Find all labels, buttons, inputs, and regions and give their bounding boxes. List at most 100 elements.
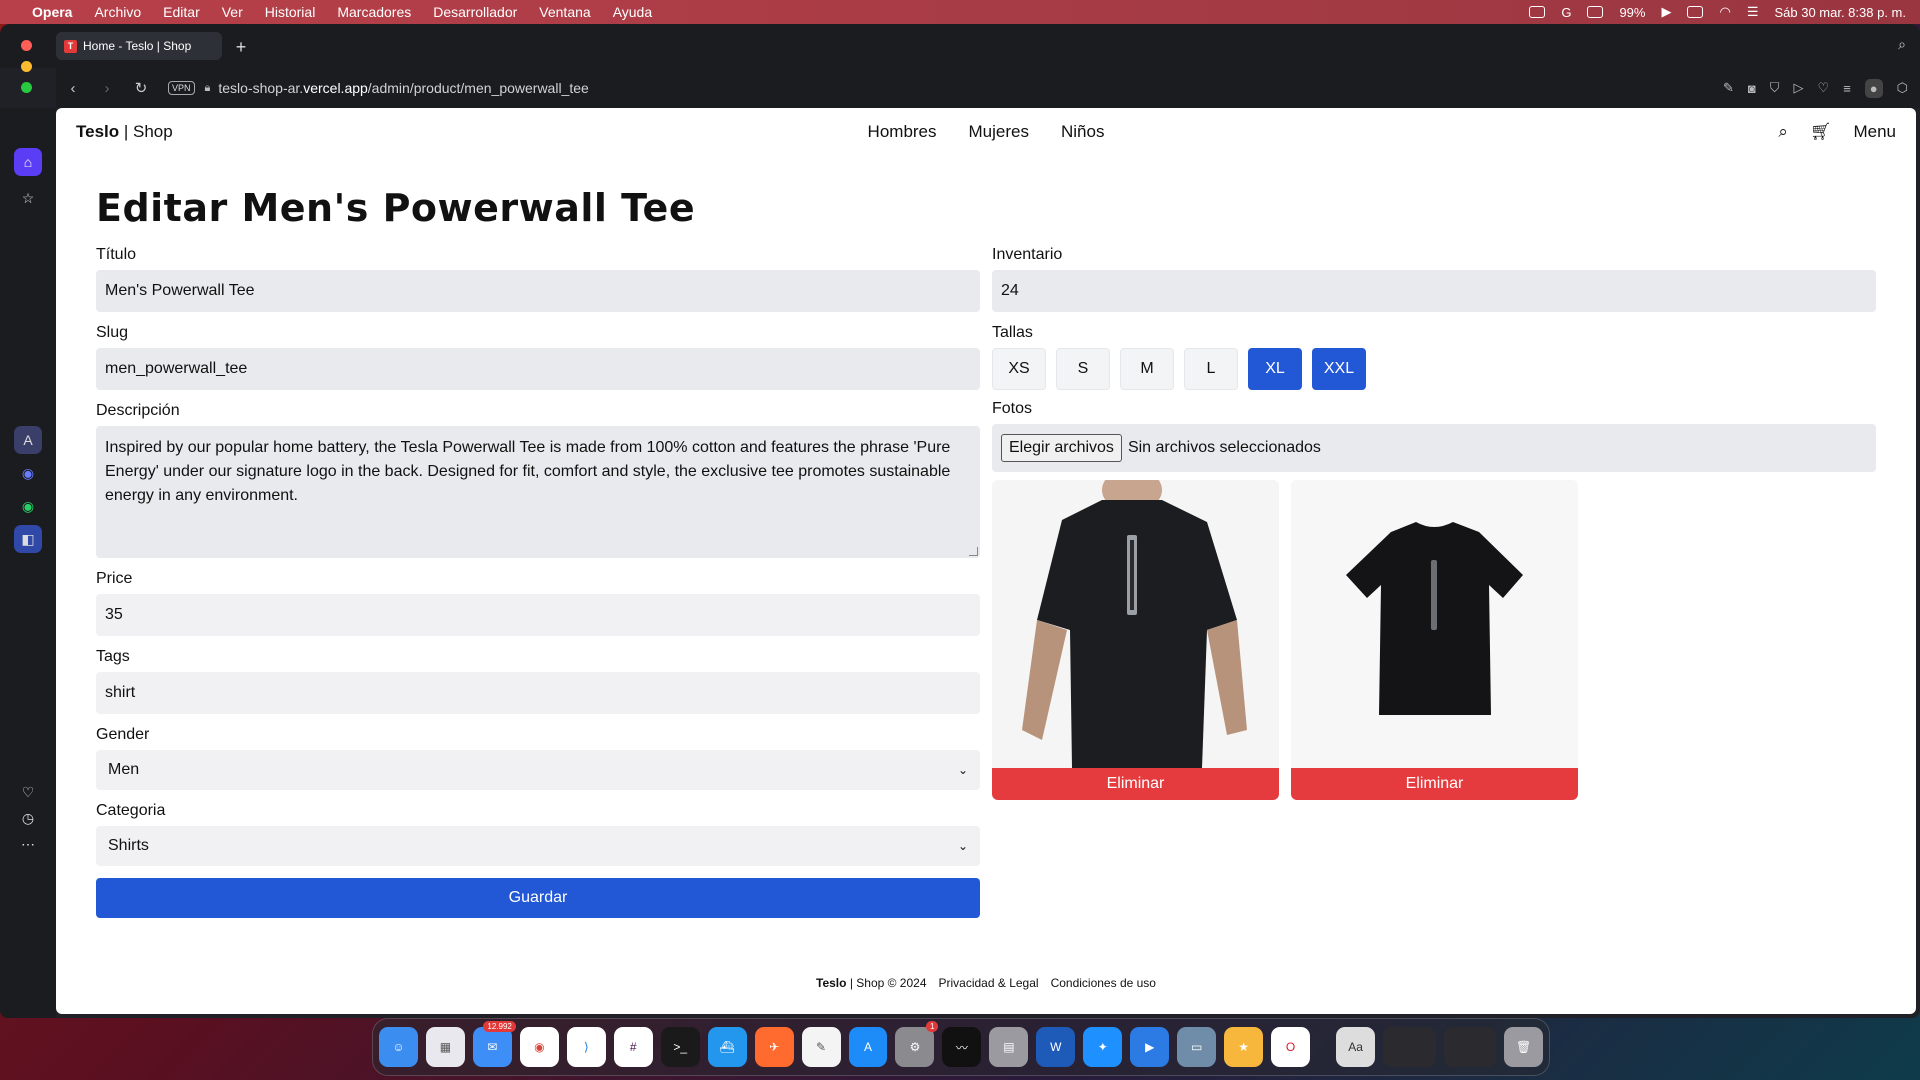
docker-icon[interactable]: ⛴ [707,1027,747,1067]
active-tab[interactable]: T Home - Teslo | Shop [56,32,222,60]
easy-setup-icon[interactable]: ≡ [1843,81,1851,96]
edit-icon[interactable]: ✎ [1723,80,1734,96]
messenger-icon[interactable]: ◉ [14,459,42,487]
menu-ventana[interactable]: Ventana [539,4,590,20]
description-textarea[interactable]: Inspired by our popular home battery, th… [96,426,980,558]
tags-input[interactable]: shirt [96,672,980,714]
home-icon[interactable]: ⌂ [14,148,42,176]
nav-mujeres[interactable]: Mujeres [969,122,1029,142]
size-l-button[interactable]: L [1184,348,1238,390]
opera-icon[interactable]: O [1271,1027,1311,1067]
product-photo-card: Eliminar [992,480,1279,800]
menu-historial[interactable]: Historial [265,4,316,20]
slug-input[interactable]: men_powerwall_tee [96,348,980,390]
category-select[interactable]: Shirts ⌄ [96,826,980,866]
menu-ayuda[interactable]: Ayuda [613,4,652,20]
screen-icon[interactable] [1529,6,1546,18]
size-s-button[interactable]: S [1056,348,1110,390]
close-window-button[interactable] [21,40,32,51]
size-xl-button[interactable]: XL [1248,348,1302,390]
menu-archivo[interactable]: Archivo [94,4,141,20]
control-center-icon[interactable]: ☰ [1747,4,1759,20]
forward-icon[interactable]: › [90,80,124,97]
bookmarks-star-icon[interactable]: ☆ [14,184,42,212]
textedit-icon[interactable]: ✎ [801,1027,841,1067]
inventory-input[interactable]: 24 [992,270,1876,312]
menu-marcadores[interactable]: Marcadores [337,4,411,20]
notes-app-icon[interactable]: ★ [1224,1027,1264,1067]
preview-icon[interactable]: ▭ [1177,1027,1217,1067]
tags-label: Tags [96,648,130,665]
system-settings-icon[interactable]: ⚙ 1 [895,1021,939,1067]
shield-icon[interactable]: ⛉ [1770,80,1780,96]
launchpad-icon[interactable]: ▦ [425,1027,465,1067]
menu-desarrollador[interactable]: Desarrollador [433,4,517,20]
menu-ver[interactable]: Ver [222,4,243,20]
search-tabs-icon[interactable]: ⌕ [1898,36,1906,53]
profile-icon[interactable]: ● [1864,78,1883,98]
calculator-icon[interactable]: ▤ [989,1027,1029,1067]
app-store-icon[interactable]: A [848,1027,888,1067]
cart-icon[interactable]: 🛒︎ [1810,122,1832,142]
size-xs-button[interactable]: XS [992,348,1046,390]
discord-icon[interactable]: ◧ [14,525,42,553]
battery-icon[interactable] [1687,6,1704,18]
trash-icon[interactable]: 🗑︎ [1504,1027,1544,1067]
keyboard-icon[interactable] [1587,6,1604,18]
menu-editar[interactable]: Editar [163,4,200,20]
recent-window-thumbnail[interactable] [1383,1027,1436,1067]
opera-sidebar: ⌂ ☆ A ◉ ◉ ◧ ♡ ◷ ⋯ [0,108,56,1018]
remote-desktop-icon[interactable]: ▶ [1130,1027,1170,1067]
font-book-icon[interactable]: Aa [1336,1027,1376,1067]
word-icon[interactable]: W [1036,1027,1076,1067]
mail-icon[interactable]: ✉ 12.992 [472,1021,516,1067]
price-input[interactable]: 35 [96,594,980,636]
size-m-button[interactable]: M [1120,348,1174,390]
gender-select[interactable]: Men ⌄ [96,750,980,790]
delete-photo-button[interactable]: Eliminar [992,768,1279,800]
slack-icon[interactable]: # [613,1027,653,1067]
terminal-icon[interactable]: >_ [660,1027,700,1067]
camera-icon[interactable]: ◙ [1748,81,1756,96]
menu-button[interactable]: Menu [1853,122,1896,142]
recent-window-thumbnail[interactable] [1443,1027,1497,1067]
nav-hombres[interactable]: Hombres [868,122,937,142]
zoom-window-button[interactable] [21,82,32,93]
heart-icon[interactable]: ♡ [1818,80,1830,96]
more-dots-icon[interactable]: ⋯ [14,830,42,858]
back-icon[interactable]: ‹ [56,80,90,97]
whatsapp-icon[interactable]: ◉ [14,492,42,520]
play-icon[interactable]: ▶ [1661,4,1671,20]
aria-icon[interactable]: A [14,426,42,454]
lock-icon[interactable]: 🔒︎ [205,82,211,95]
menubar-datetime[interactable]: Sáb 30 mar. 8:38 p. m. [1774,5,1906,20]
delete-photo-button[interactable]: Eliminar [1291,768,1578,800]
grammarly-icon[interactable]: G [1561,5,1571,20]
vscode-icon[interactable]: ⟩ [566,1027,606,1067]
menu-app[interactable]: Opera [32,4,72,20]
activity-monitor-icon[interactable]: 〰 [942,1027,982,1067]
finder-icon[interactable]: ☺ [379,1027,418,1067]
new-tab-button[interactable]: + [230,36,252,58]
nav-ninos[interactable]: Niños [1061,122,1104,142]
minimize-window-button[interactable] [21,61,32,72]
history-clock-icon[interactable]: ◷ [14,804,42,832]
reload-icon[interactable]: ↻ [124,79,158,97]
favorites-heart-icon[interactable]: ♡ [14,778,42,806]
postman-icon[interactable]: ✈ [754,1027,794,1067]
search-icon[interactable]: ⌕ [1778,122,1788,142]
save-button[interactable]: Guardar [96,878,980,918]
title-input[interactable]: Men's Powerwall Tee [96,270,980,312]
extensions-icon[interactable]: ⬡ [1897,80,1908,96]
chrome-icon[interactable]: ◉ [519,1027,559,1067]
footer-terms-link[interactable]: Condiciones de uso [1051,976,1156,990]
url-field[interactable]: teslo-shop-ar.vercel.app/admin/product/m… [218,80,588,96]
site-logo[interactable]: Teslo | Shop [76,122,173,142]
send-icon[interactable]: ▷ [1794,80,1804,96]
wifi-icon[interactable]: ◠ [1719,4,1730,20]
vpn-badge[interactable]: VPN [168,81,195,95]
choose-files-button[interactable]: Elegir archivos [1001,434,1122,462]
footer-privacy-link[interactable]: Privacidad & Legal [939,976,1039,990]
safari-icon[interactable]: ✦ [1083,1027,1123,1067]
size-xxl-button[interactable]: XXL [1312,348,1366,390]
